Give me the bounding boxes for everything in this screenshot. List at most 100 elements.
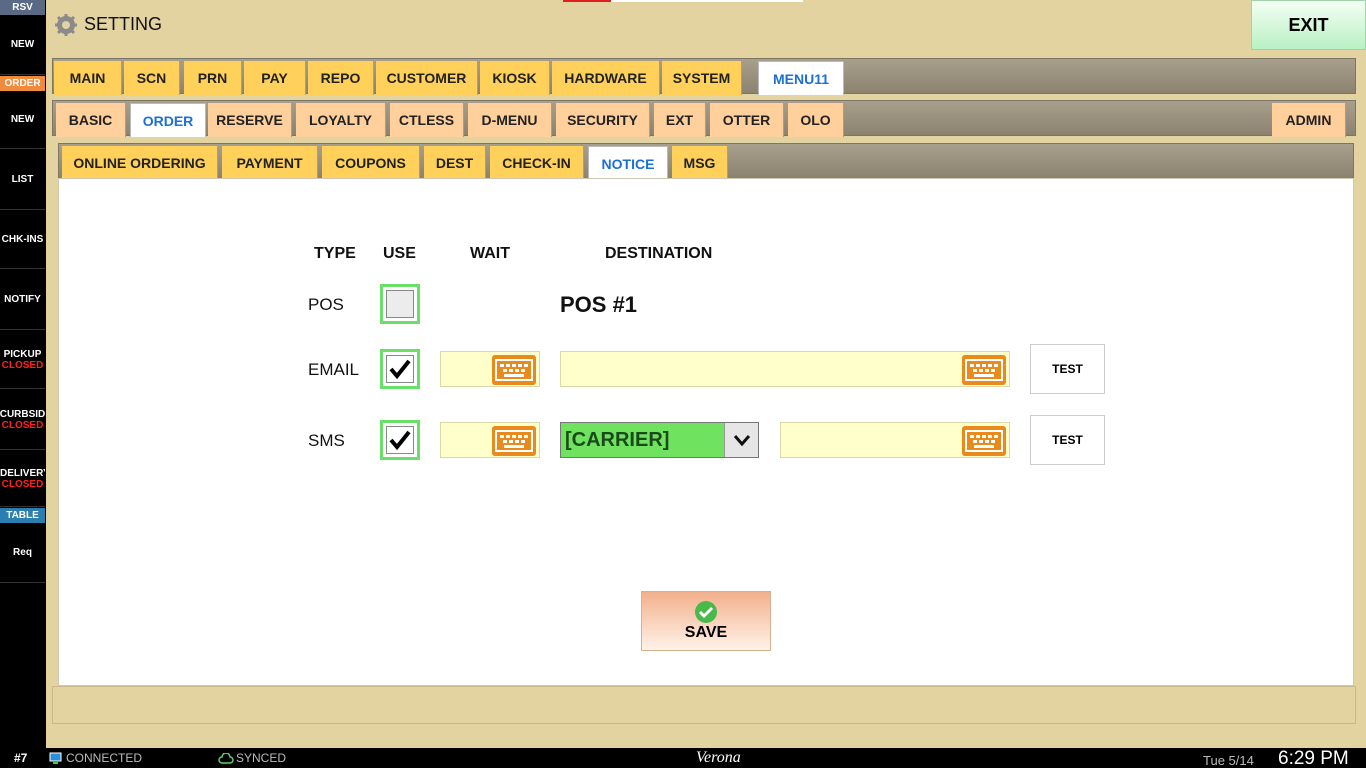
column-header-type: TYPE [314,245,356,262]
sms-wait-field[interactable] [440,422,540,458]
sidebar-item-new-reservation[interactable]: NEW [0,15,45,75]
status-closed: CLOSED [1,478,44,490]
tab-repo[interactable]: REPO [308,61,374,95]
email-test-button[interactable]: TEST [1030,344,1105,394]
tab-olo[interactable]: OLO [788,103,844,137]
row-label-sms: SMS [308,431,345,450]
left-sidebar: RSV NEW ORDER NEW LIST CHK-INS NOTIFY PI… [0,0,45,748]
tab-payment[interactable]: PAYMENT [222,146,318,180]
tabs-mid: BASIC ORDER RESERVE LOYALTY CTLESS D-MENU SECU… [52,100,1356,137]
pos-use-checkbox[interactable] [380,284,420,324]
tab-loyalty[interactable]: LOYALTY [296,103,386,137]
row-label-pos: POS [308,295,344,314]
email-wait-field[interactable] [440,351,540,387]
sidebar-item-req[interactable]: Req [0,523,45,583]
status-closed: CLOSED [1,359,44,371]
save-label: SAVE [684,624,728,641]
keyboard-icon[interactable] [492,355,536,385]
sidebar-item-pickup[interactable]: PICKUP CLOSED [0,331,45,389]
page-title: SETTING [84,14,163,34]
sms-test-button[interactable]: TEST [1030,415,1105,465]
save-button[interactable]: SAVE [641,591,771,651]
sidebar-item-label: CURBSID [0,408,45,420]
notice-panel: TYPE USE WAIT DESTINATION POS POS #1 EMA… [58,178,1354,686]
checkbox-box [386,426,414,454]
tab-msg[interactable]: MSG [672,146,728,180]
main-area: SETTING EXIT MAIN SCN PRN PAY REPO CUSTOMER KI… [46,0,1366,748]
store-name: Verona [696,749,741,766]
sidebar-item-notify[interactable]: NOTIFY [0,270,45,330]
status-bar: #7 CONNECTED SYNCED Verona Tue 5/14 6:29… [0,748,1366,768]
sidebar-item-label: Req [13,547,32,558]
pos-destination: POS #1 [560,292,638,317]
tab-ctless[interactable]: CTLESS [390,103,464,137]
tab-check-in[interactable]: CHECK-IN [490,146,584,180]
sidebar-item-label: NEW [10,114,35,125]
tab-online-ordering[interactable]: ONLINE ORDERING [62,146,218,180]
lower-panel [52,686,1356,724]
check-circle-icon [695,601,717,623]
tab-order[interactable]: ORDER [130,103,206,137]
sidebar-header-order: ORDER [0,76,45,91]
tab-prn[interactable]: PRN [184,61,242,95]
tab-customer[interactable]: CUSTOMER [376,61,478,95]
chevron-down-icon [724,423,758,457]
keyboard-icon[interactable] [962,355,1006,385]
email-use-checkbox[interactable] [380,349,420,389]
tab-main[interactable]: MAIN [54,61,122,95]
carrier-select[interactable]: [CARRIER] [560,422,759,458]
email-destination-field[interactable] [560,351,1010,387]
carrier-select-value: [CARRIER] [565,429,670,451]
column-header-wait: WAIT [470,245,510,262]
checkbox-box [386,290,414,318]
tab-scn[interactable]: SCN [124,61,180,95]
header: SETTING EXIT [46,0,1366,50]
tab-pay[interactable]: PAY [244,61,306,95]
connection-status: CONNECTED [66,751,143,765]
sidebar-item-delivery[interactable]: DELIVERY CLOSED [0,451,45,507]
tab-notice[interactable]: NOTICE [588,146,668,180]
column-header-destination: DESTINATION [605,245,713,262]
sidebar-header-table: TABLE [0,508,45,523]
checkmark-icon [389,359,411,380]
tab-hardware[interactable]: HARDWARE [552,61,660,95]
tab-menu11[interactable]: MENU11 [758,61,844,95]
keyboard-icon[interactable] [962,426,1006,456]
sidebar-item-label: NEW [10,39,35,50]
tab-security[interactable]: SECURITY [556,103,650,137]
sidebar-item-label: CHK-INS [1,234,44,245]
row-label-email: EMAIL [308,360,360,379]
column-header-use: USE [383,245,416,262]
tab-basic[interactable]: BASIC [56,103,126,137]
sidebar-item-label: NOTIFY [4,294,41,305]
tab-otter[interactable]: OTTER [710,103,784,137]
sms-use-checkbox[interactable] [380,420,420,460]
status-time: 6:29 PM [1278,748,1349,768]
tab-dest[interactable]: DEST [424,146,486,180]
sidebar-item-list[interactable]: LIST [0,150,45,210]
exit-button[interactable]: EXIT [1251,0,1366,50]
progress-bar [563,0,803,2]
tab-reserve[interactable]: RESERVE [208,103,292,137]
progress-fill [563,0,611,2]
tabs-top: MAIN SCN PRN PAY REPO CUSTOMER KIOSK HARDWARE SY… [52,58,1356,95]
sidebar-item-curbside[interactable]: CURBSID CLOSED [0,390,45,450]
tab-d-menu[interactable]: D-MENU [468,103,552,137]
sidebar-item-label: PICKUP [3,348,42,360]
checkmark-icon [389,430,411,451]
checkbox-box [386,355,414,383]
tab-system[interactable]: SYSTEM [662,61,742,95]
tab-coupons[interactable]: COUPONS [322,146,420,180]
sms-destination-field[interactable] [780,422,1010,458]
connection-icon [49,752,62,764]
station-number: #7 [14,751,28,765]
sidebar-item-chk-ins[interactable]: CHK-INS [0,211,45,269]
sidebar-item-label: LIST [11,174,34,185]
sidebar-item-new-order[interactable]: NEW [0,91,45,149]
tab-kiosk[interactable]: KIOSK [480,61,550,95]
status-closed: CLOSED [1,419,44,431]
tabs-sub: ONLINE ORDERING PAYMENT COUPONS DEST CHECK-I… [58,143,1354,180]
keyboard-icon[interactable] [492,426,536,456]
tab-ext[interactable]: EXT [654,103,706,137]
tab-admin[interactable]: ADMIN [1272,103,1346,137]
